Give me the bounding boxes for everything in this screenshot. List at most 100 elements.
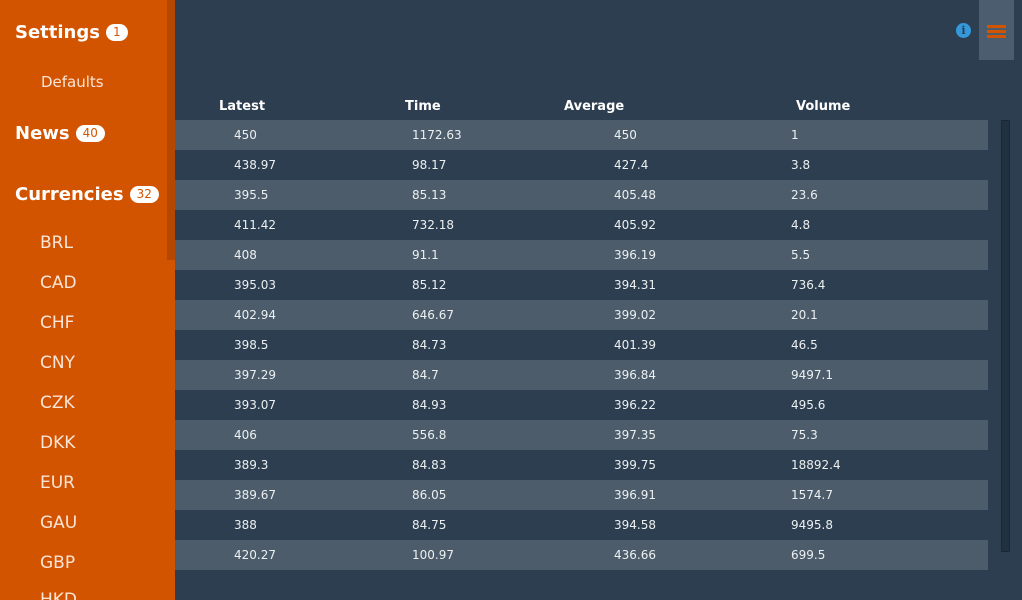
table-cell: 20.1: [791, 308, 818, 322]
column-header-time[interactable]: Time: [405, 99, 441, 114]
table-cell: 389.3: [234, 458, 269, 472]
table-cell: 399.02: [614, 308, 656, 322]
table-row[interactable]: 397.29 84.7 396.84 9497.1: [175, 360, 988, 390]
table-cell: 399.75: [614, 458, 656, 472]
table-cell: 450: [614, 128, 637, 142]
table-cell: 736.4: [791, 278, 826, 292]
sidebar-item-cad[interactable]: CAD: [40, 273, 77, 293]
table-cell: 396.84: [614, 368, 656, 382]
sidebar-item-dkk[interactable]: DKK: [40, 433, 75, 453]
table-cell: 405.48: [614, 188, 656, 202]
hamburger-menu-button[interactable]: [979, 0, 1014, 60]
table-cell: 389.67: [234, 488, 276, 502]
table-cell: 495.6: [791, 398, 826, 412]
table-row[interactable]: 450 1172.63 450 1: [175, 120, 988, 150]
table-row[interactable]: 393.07 84.93 396.22 495.6: [175, 390, 988, 420]
sidebar-item-chf[interactable]: CHF: [40, 313, 74, 333]
table-cell: 1172.63: [412, 128, 462, 142]
table-cell: 408: [234, 248, 257, 262]
news-count-badge: 40: [75, 125, 105, 142]
table-cell: 18892.4: [791, 458, 841, 472]
data-table: Latest Time Average Volume 450 1172.63 450…: [175, 96, 988, 570]
table-cell: 397.35: [614, 428, 656, 442]
sidebar-item-gbp[interactable]: GBP: [40, 553, 75, 573]
table-cell: 395.5: [234, 188, 269, 202]
table-row[interactable]: 395.03 85.12 394.31 736.4: [175, 270, 988, 300]
sidebar-scrollbar[interactable]: [167, 0, 175, 260]
table-row[interactable]: 402.94 646.67 399.02 20.1: [175, 300, 988, 330]
table-cell: 395.03: [234, 278, 276, 292]
table-cell: 397.29: [234, 368, 276, 382]
column-header-volume[interactable]: Volume: [796, 99, 850, 114]
table-cell: 556.8: [412, 428, 447, 442]
sidebar: Settings 1 Defaults News 40 Currencies 3…: [0, 0, 175, 600]
table-row[interactable]: 406 556.8 397.35 75.3: [175, 420, 988, 450]
table-cell: 405.92: [614, 218, 656, 232]
table-cell: 402.94: [234, 308, 276, 322]
table-row[interactable]: 388 84.75 394.58 9495.8: [175, 510, 988, 540]
table-cell: 393.07: [234, 398, 276, 412]
table-row[interactable]: 411.42 732.18 405.92 4.8: [175, 210, 988, 240]
table-cell: 100.97: [412, 548, 454, 562]
table-cell: 401.39: [614, 338, 656, 352]
table-cell: 396.19: [614, 248, 656, 262]
table-row[interactable]: 420.27 100.97 436.66 699.5: [175, 540, 988, 570]
table-cell: 406: [234, 428, 257, 442]
table-body: 450 1172.63 450 1 438.97 98.17 427.4 3.8 395.5 85…: [175, 120, 988, 570]
sidebar-item-czk[interactable]: CZK: [40, 393, 75, 413]
table-cell: 398.5: [234, 338, 269, 352]
table-cell: 4.8: [791, 218, 811, 232]
table-cell: 98.17: [412, 158, 447, 172]
news-label: News: [15, 123, 70, 144]
currencies-count-badge: 32: [129, 186, 159, 203]
table-cell: 84.93: [412, 398, 447, 412]
table-cell: 411.42: [234, 218, 276, 232]
info-icon[interactable]: i: [956, 23, 971, 38]
sidebar-item-defaults[interactable]: Defaults: [41, 73, 104, 91]
sidebar-item-cny[interactable]: CNY: [40, 353, 75, 373]
table-cell: 85.12: [412, 278, 447, 292]
column-header-latest[interactable]: Latest: [219, 99, 265, 114]
table-cell: 23.6: [791, 188, 818, 202]
table-header: Latest Time Average Volume: [175, 96, 988, 120]
settings-count-badge: 1: [105, 24, 128, 41]
table-cell: 85.13: [412, 188, 447, 202]
table-cell: 436.66: [614, 548, 656, 562]
table-cell: 396.91: [614, 488, 656, 502]
sidebar-item-hkd[interactable]: HKD: [40, 590, 77, 600]
table-cell: 46.5: [791, 338, 818, 352]
sidebar-item-brl[interactable]: BRL: [40, 233, 73, 253]
table-cell: 75.3: [791, 428, 818, 442]
table-row[interactable]: 395.5 85.13 405.48 23.6: [175, 180, 988, 210]
table-cell: 1: [791, 128, 799, 142]
table-cell: 84.7: [412, 368, 439, 382]
sidebar-item-eur[interactable]: EUR: [40, 473, 75, 493]
table-row[interactable]: 398.5 84.73 401.39 46.5: [175, 330, 988, 360]
column-header-average[interactable]: Average: [564, 99, 624, 114]
table-cell: 450: [234, 128, 257, 142]
menu-bar: [987, 30, 1006, 33]
table-cell: 9495.8: [791, 518, 833, 532]
table-scrollbar[interactable]: [1001, 120, 1010, 552]
table-cell: 396.22: [614, 398, 656, 412]
table-row[interactable]: 389.67 86.05 396.91 1574.7: [175, 480, 988, 510]
sidebar-section-news[interactable]: News 40: [15, 123, 105, 144]
table-cell: 9497.1: [791, 368, 833, 382]
table-cell: 394.31: [614, 278, 656, 292]
table-cell: 84.73: [412, 338, 447, 352]
sidebar-item-gau[interactable]: GAU: [40, 513, 77, 533]
table-row[interactable]: 438.97 98.17 427.4 3.8: [175, 150, 988, 180]
table-row[interactable]: 408 91.1 396.19 5.5: [175, 240, 988, 270]
table-row[interactable]: 389.3 84.83 399.75 18892.4: [175, 450, 988, 480]
table-cell: 3.8: [791, 158, 811, 172]
menu-bar: [987, 25, 1006, 28]
table-cell: 5.5: [791, 248, 811, 262]
table-cell: 394.58: [614, 518, 656, 532]
table-cell: 91.1: [412, 248, 439, 262]
sidebar-section-settings[interactable]: Settings 1: [15, 22, 128, 43]
settings-label: Settings: [15, 22, 100, 43]
sidebar-section-currencies[interactable]: Currencies 32: [15, 184, 159, 205]
table-cell: 438.97: [234, 158, 276, 172]
table-cell: 84.75: [412, 518, 447, 532]
menu-bar: [987, 35, 1006, 38]
